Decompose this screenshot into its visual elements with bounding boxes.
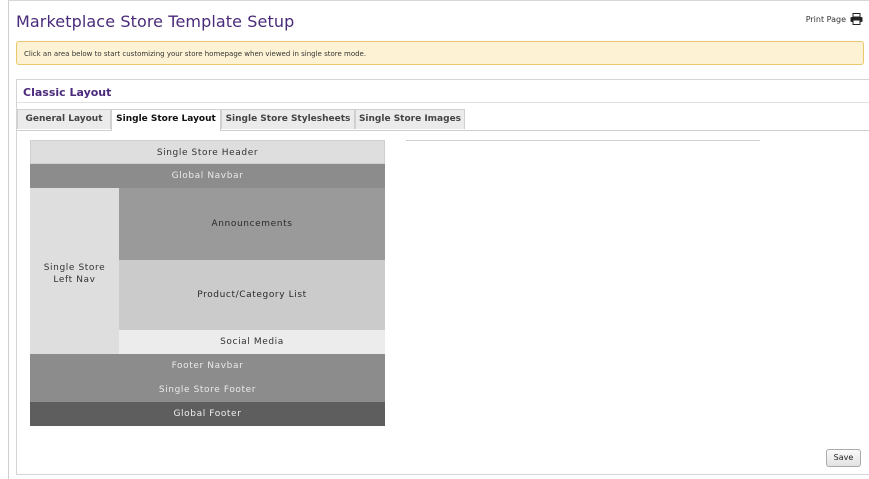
- single-store-left-nav-area[interactable]: Single Store Left Nav: [30, 188, 119, 354]
- save-button[interactable]: Save: [826, 449, 861, 467]
- single-store-footer-area[interactable]: Single Store Footer: [30, 378, 385, 402]
- tab-single-store-stylesheets[interactable]: Single Store Stylesheets: [221, 109, 355, 129]
- social-media-area[interactable]: Social Media: [119, 330, 385, 354]
- printer-icon: [850, 13, 863, 25]
- panel-title: Classic Layout: [17, 80, 869, 103]
- tab-general-layout[interactable]: General Layout: [17, 109, 111, 129]
- global-navbar-area[interactable]: Global Navbar: [30, 164, 385, 188]
- page-title: Marketplace Store Template Setup: [16, 12, 295, 31]
- footer-navbar-area[interactable]: Footer Navbar: [30, 354, 385, 378]
- print-page-link[interactable]: Print Page: [806, 13, 863, 25]
- tab-single-store-images[interactable]: Single Store Images: [355, 109, 465, 129]
- divider: [406, 140, 760, 141]
- product-category-list-area[interactable]: Product/Category List: [119, 260, 385, 330]
- announcements-area[interactable]: Announcements: [119, 188, 385, 260]
- tab-single-store-layout[interactable]: Single Store Layout: [111, 109, 221, 131]
- print-page-label: Print Page: [805, 14, 846, 24]
- global-footer-area[interactable]: Global Footer: [30, 402, 385, 426]
- info-notice: Click an area below to start customizing…: [16, 41, 864, 65]
- store-layout-map: Single Store Header Global Navbar Single…: [30, 140, 385, 426]
- single-store-header-area[interactable]: Single Store Header: [30, 140, 385, 164]
- tab-bar: General Layout Single Store Layout Singl…: [17, 109, 869, 131]
